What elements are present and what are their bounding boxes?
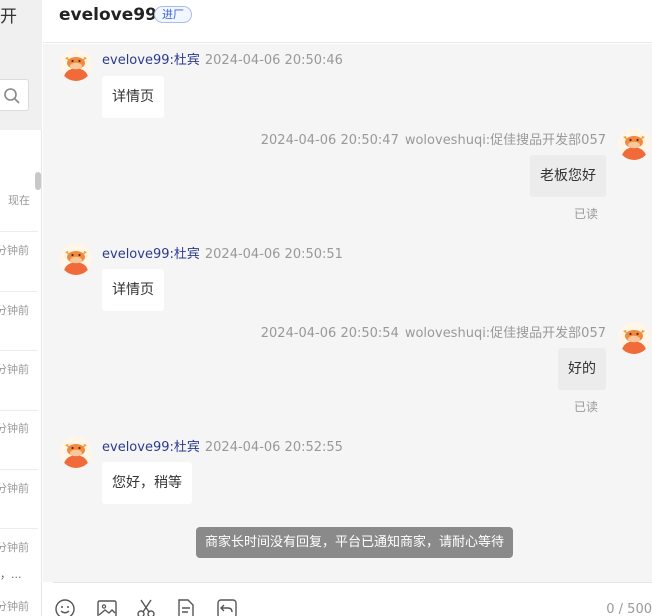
file-button[interactable]	[175, 598, 197, 616]
avatar-cow-icon	[63, 444, 89, 468]
divider	[0, 350, 38, 351]
avatar[interactable]	[618, 322, 650, 354]
avatar-cow-icon	[63, 251, 89, 275]
avatar[interactable]	[60, 243, 92, 275]
chat-header: evelove99 进厂	[43, 0, 652, 43]
message-meta: evelove99:杜宾 2024-04-06 20:50:51	[102, 243, 343, 262]
status-badge: 进厂	[154, 6, 192, 23]
file-icon	[178, 599, 194, 616]
message-sender: evelove99:杜宾	[102, 440, 200, 455]
conversation-preview: ，...	[0, 568, 22, 581]
avatar[interactable]	[60, 436, 92, 468]
divider	[0, 291, 38, 292]
emoji-icon	[55, 599, 75, 616]
avatar-cow-icon	[621, 136, 647, 160]
conversation-time: 分钟前	[0, 600, 29, 613]
message-bubble[interactable]: 详情页	[102, 269, 164, 311]
left-panel-header: 开	[0, 0, 42, 130]
message-area[interactable]: evelove99:杜宾 2024-04-06 20:50:46 详情页 2024…	[43, 44, 652, 582]
conversation-list-scrollbar[interactable]	[35, 172, 41, 190]
message-sender: woloveshuqi:促佳搜品开发部057	[404, 133, 606, 148]
conversation-time: 分钟前	[0, 363, 29, 376]
divider	[0, 469, 38, 470]
message-meta: 2024-04-06 20:50:47 woloveshuqi:促佳搜品开发部05…	[261, 129, 606, 148]
left-panel-title: 开	[0, 7, 17, 27]
conversation-time: 分钟前	[0, 304, 29, 317]
avatar[interactable]	[618, 128, 650, 160]
conversation-list-panel: 开 现在 分钟前 分钟前 分钟前 分钟前 分钟前 分钟前 ，... 分钟前	[0, 0, 42, 616]
character-counter: 0 / 500	[606, 602, 652, 616]
chat-title: evelove99	[59, 5, 157, 25]
avatar[interactable]	[60, 49, 92, 81]
emoji-button[interactable]	[54, 598, 76, 616]
message-time: 2024-04-06 20:52:55	[204, 440, 343, 455]
undo-icon	[217, 599, 237, 616]
conversation-time: 分钟前	[0, 422, 29, 435]
screenshot-button[interactable]	[135, 598, 157, 616]
divider	[0, 410, 38, 411]
system-notice: 商家长时间没有回复，平台已通知商家，请耐心等待	[196, 527, 513, 558]
scissors-icon	[137, 599, 155, 616]
message-sender: evelove99:杜宾	[102, 247, 200, 262]
image-icon	[97, 600, 117, 616]
message-bubble[interactable]: 老板您好	[530, 155, 606, 197]
message-time: 2024-04-06 20:50:51	[204, 247, 343, 262]
search-button[interactable]	[0, 79, 29, 111]
divider	[0, 231, 38, 232]
undo-button[interactable]	[216, 598, 238, 616]
message-time: 2024-04-06 20:50:46	[204, 53, 343, 68]
avatar-cow-icon	[63, 57, 89, 81]
message-meta: 2024-04-06 20:50:54 woloveshuqi:促佳搜品开发部05…	[261, 322, 606, 341]
message-bubble[interactable]: 好的	[558, 348, 606, 390]
conversation-time: 分钟前	[0, 482, 29, 495]
conversation-time: 分钟前	[0, 541, 29, 554]
read-status: 已读	[573, 207, 598, 221]
message-bubble[interactable]: 详情页	[102, 76, 164, 118]
search-icon	[4, 88, 20, 104]
message-sender: evelove99:杜宾	[102, 53, 200, 68]
divider	[0, 528, 38, 529]
avatar-cow-icon	[621, 330, 647, 354]
message-sender: woloveshuqi:促佳搜品开发部057	[404, 326, 606, 341]
message-bubble[interactable]: 您好，稍等	[102, 462, 192, 504]
message-time: 2024-04-06 20:50:47	[260, 133, 399, 148]
read-status: 已读	[573, 400, 598, 414]
conversation-time: 分钟前	[0, 244, 29, 257]
message-time: 2024-04-06 20:50:54	[260, 326, 399, 341]
image-button[interactable]	[96, 598, 118, 616]
message-meta: evelove99:杜宾 2024-04-06 20:50:46	[102, 49, 343, 68]
conversation-time: 现在	[8, 194, 30, 207]
message-meta: evelove99:杜宾 2024-04-06 20:52:55	[102, 436, 343, 455]
input-toolbar: 0 / 500	[53, 582, 652, 616]
